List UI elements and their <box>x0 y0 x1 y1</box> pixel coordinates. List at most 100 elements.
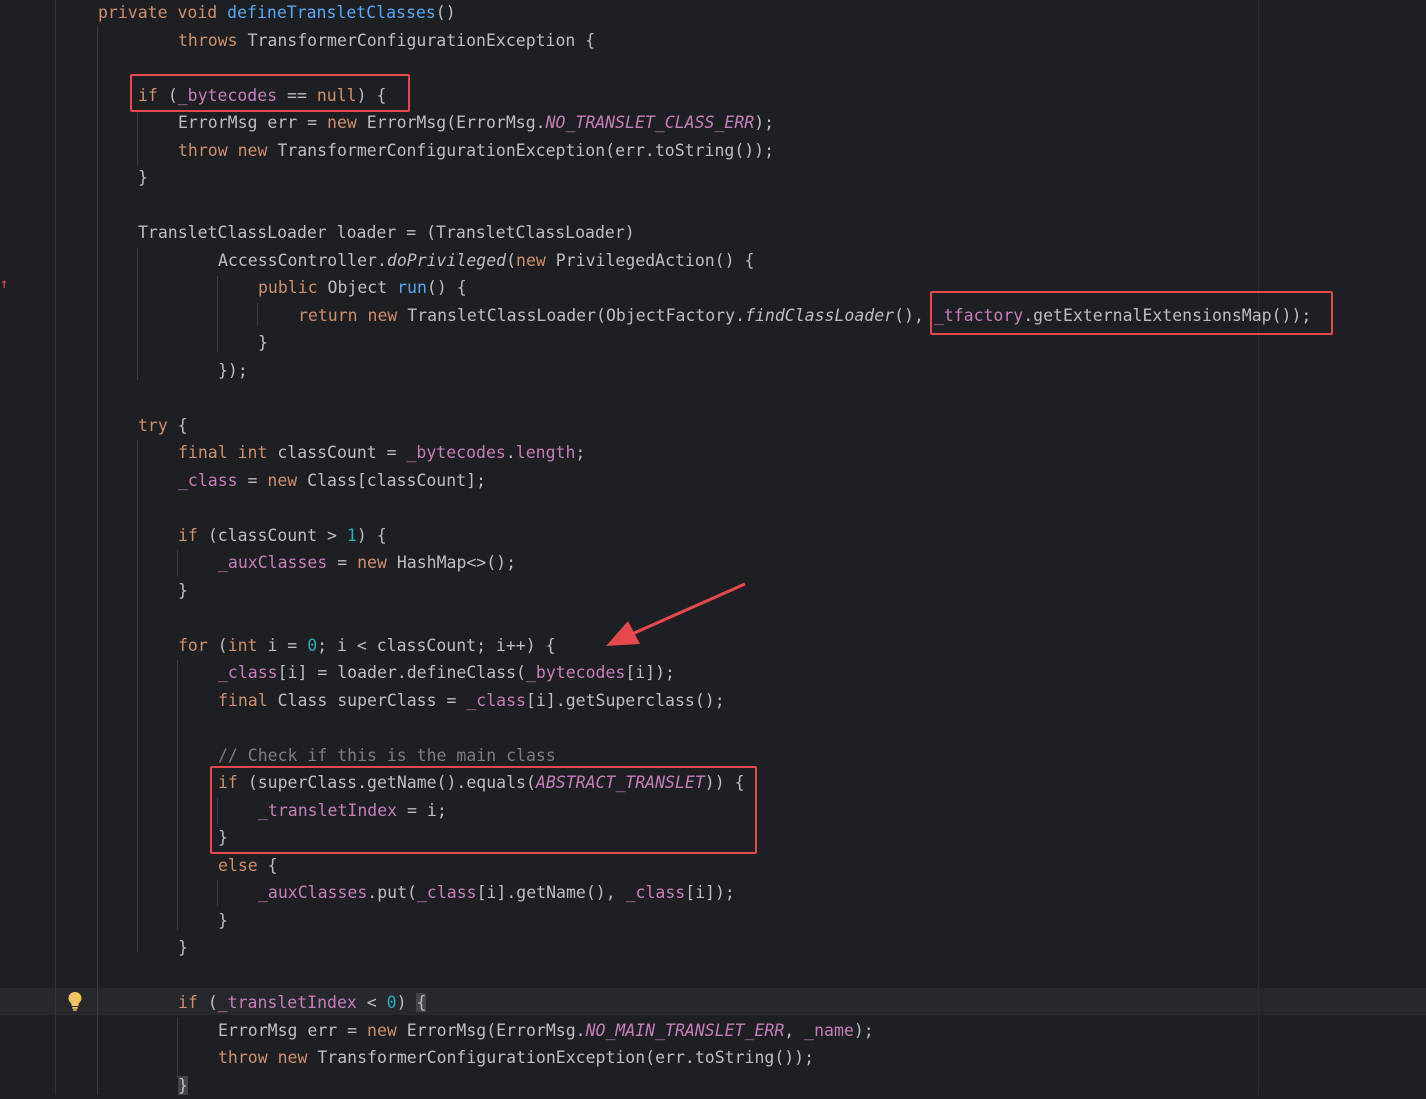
lightbulb-icon[interactable] <box>67 991 83 1011</box>
code-line[interactable]: } <box>178 578 188 604</box>
code-token: { <box>177 415 188 435</box>
code-token: _bytecodes <box>525 663 626 682</box>
code-token: new <box>367 1020 407 1040</box>
code-line[interactable]: final int classCount = _bytecodes.length… <box>178 440 585 466</box>
indent-guide <box>177 550 178 576</box>
code-token: throw <box>218 1048 278 1067</box>
indent-guide <box>177 1017 178 1077</box>
code-token: if <box>178 525 208 545</box>
code-token: } <box>258 333 268 352</box>
code-token: Class superClass = <box>277 690 467 710</box>
code-token: Class[classCount]; <box>307 470 486 490</box>
code-line[interactable]: } <box>178 935 188 961</box>
code-token: final <box>218 690 278 710</box>
code-token: } <box>138 168 148 187</box>
code-line[interactable]: if (classCount > 1) { <box>178 523 387 549</box>
code-token: [i].getName(), <box>476 883 626 902</box>
code-line[interactable]: // Check if this is the main class <box>218 743 556 769</box>
code-line[interactable]: _class[i] = loader.defineClass(_bytecode… <box>218 660 675 686</box>
code-token: PrivilegedAction() { <box>555 250 755 270</box>
code-token: (classCount > <box>207 525 347 545</box>
code-token: _auxClasses <box>258 883 368 902</box>
code-line[interactable]: _auxClasses = new HashMap<>(); <box>218 550 516 576</box>
code-token: ) { <box>356 525 387 545</box>
code-line[interactable]: _class = new Class[classCount]; <box>178 468 486 494</box>
code-token: Object <box>327 278 398 297</box>
code-token: ErrorMsg(ErrorMsg. <box>366 113 546 132</box>
right-margin-guide <box>1258 0 1259 1095</box>
code-editor[interactable]: private void defineTransletClasses() thro… <box>0 0 1426 1095</box>
code-line[interactable]: final Class superClass = _class[i].getSu… <box>218 688 725 714</box>
code-token: TransformerConfigurationException(err.to… <box>277 140 775 160</box>
code-token: length <box>515 443 576 462</box>
highlight-box-abstract-translet <box>210 766 757 854</box>
code-token: new <box>237 140 278 160</box>
code-token: TransletClassLoader(ObjectFactory. <box>407 305 746 325</box>
code-token: ErrorMsg(ErrorMsg. <box>406 1020 586 1040</box>
code-line[interactable]: throws TransformerConfigurationException… <box>178 28 595 54</box>
code-token: { <box>267 855 278 875</box>
code-line[interactable]: _auxClasses.put(_class[i].getName(), _cl… <box>258 880 735 906</box>
indent-guide <box>177 660 178 930</box>
code-token: public <box>258 278 328 297</box>
code-token: TransformerConfigurationException(err.to… <box>317 1048 815 1067</box>
code-token: return <box>298 305 368 325</box>
code-token: , <box>784 1020 805 1040</box>
code-token: } <box>178 1075 188 1095</box>
code-token: NO_TRANSLET_CLASS_ERR <box>545 113 755 132</box>
code-line[interactable]: throw new TransformerConfigurationExcept… <box>218 1045 814 1071</box>
code-token: run <box>397 278 427 297</box>
code-token: throws <box>178 30 248 50</box>
code-token: if <box>178 993 208 1012</box>
code-token: else <box>218 855 268 875</box>
indent-guide <box>217 276 218 352</box>
code-line[interactable]: throw new TransformerConfigurationExcept… <box>178 138 774 164</box>
code-line[interactable]: try { <box>138 413 188 439</box>
code-token: }); <box>218 360 248 380</box>
code-token: [i].getSuperclass(); <box>525 690 725 710</box>
code-token: _class <box>178 470 238 490</box>
code-token: [i]); <box>685 883 735 902</box>
code-line[interactable]: for (int i = 0; i < classCount; i++) { <box>178 633 556 659</box>
indent-guide <box>257 303 258 325</box>
indent-guide <box>97 26 98 1095</box>
code-token: AccessController. <box>218 250 387 270</box>
code-token: for <box>178 635 218 655</box>
code-token: ); <box>754 113 775 132</box>
code-line[interactable]: public Object run() { <box>258 275 467 301</box>
code-token: i = <box>267 635 308 655</box>
code-line[interactable]: if (_transletIndex < 0) { <box>178 990 427 1016</box>
code-line[interactable]: } <box>138 165 148 191</box>
code-line[interactable]: } <box>218 908 228 934</box>
code-token: 0 <box>386 993 397 1012</box>
code-token: = <box>327 553 358 572</box>
code-token: } <box>218 910 228 930</box>
code-line[interactable]: else { <box>218 853 278 879</box>
code-token: ( <box>207 993 218 1012</box>
code-token: new <box>516 250 556 270</box>
code-token: // Check if this is the main class <box>218 745 556 765</box>
code-line[interactable]: }); <box>218 358 248 384</box>
code-line[interactable]: ErrorMsg err = new ErrorMsg(ErrorMsg.NO_… <box>178 110 774 136</box>
code-token: new <box>267 470 308 490</box>
code-line[interactable]: ErrorMsg err = new ErrorMsg(ErrorMsg.NO_… <box>218 1018 874 1044</box>
code-token: 0 <box>307 635 318 655</box>
code-token: _name <box>804 1020 854 1040</box>
gutter-separator <box>55 0 56 1095</box>
code-token: new <box>357 553 397 572</box>
code-token: private <box>98 3 178 22</box>
override-marker-icon[interactable]: ↑ <box>0 276 8 292</box>
code-token: classCount = <box>277 443 407 462</box>
code-token: [i] = loader.defineClass( <box>277 663 526 682</box>
code-token: final <box>178 443 238 462</box>
code-token: ( <box>217 635 228 655</box>
code-token: ; <box>575 443 586 462</box>
indent-guide <box>137 440 138 952</box>
code-token: _class <box>466 690 526 710</box>
code-token: void <box>177 3 228 22</box>
code-line[interactable]: TransletClassLoader loader = (TransletCl… <box>138 220 635 246</box>
code-token: ); <box>853 1020 874 1040</box>
code-line[interactable]: AccessController.doPrivileged(new Privil… <box>218 248 754 274</box>
code-line[interactable]: } <box>258 330 268 356</box>
code-line[interactable]: private void defineTransletClasses() <box>98 0 456 26</box>
